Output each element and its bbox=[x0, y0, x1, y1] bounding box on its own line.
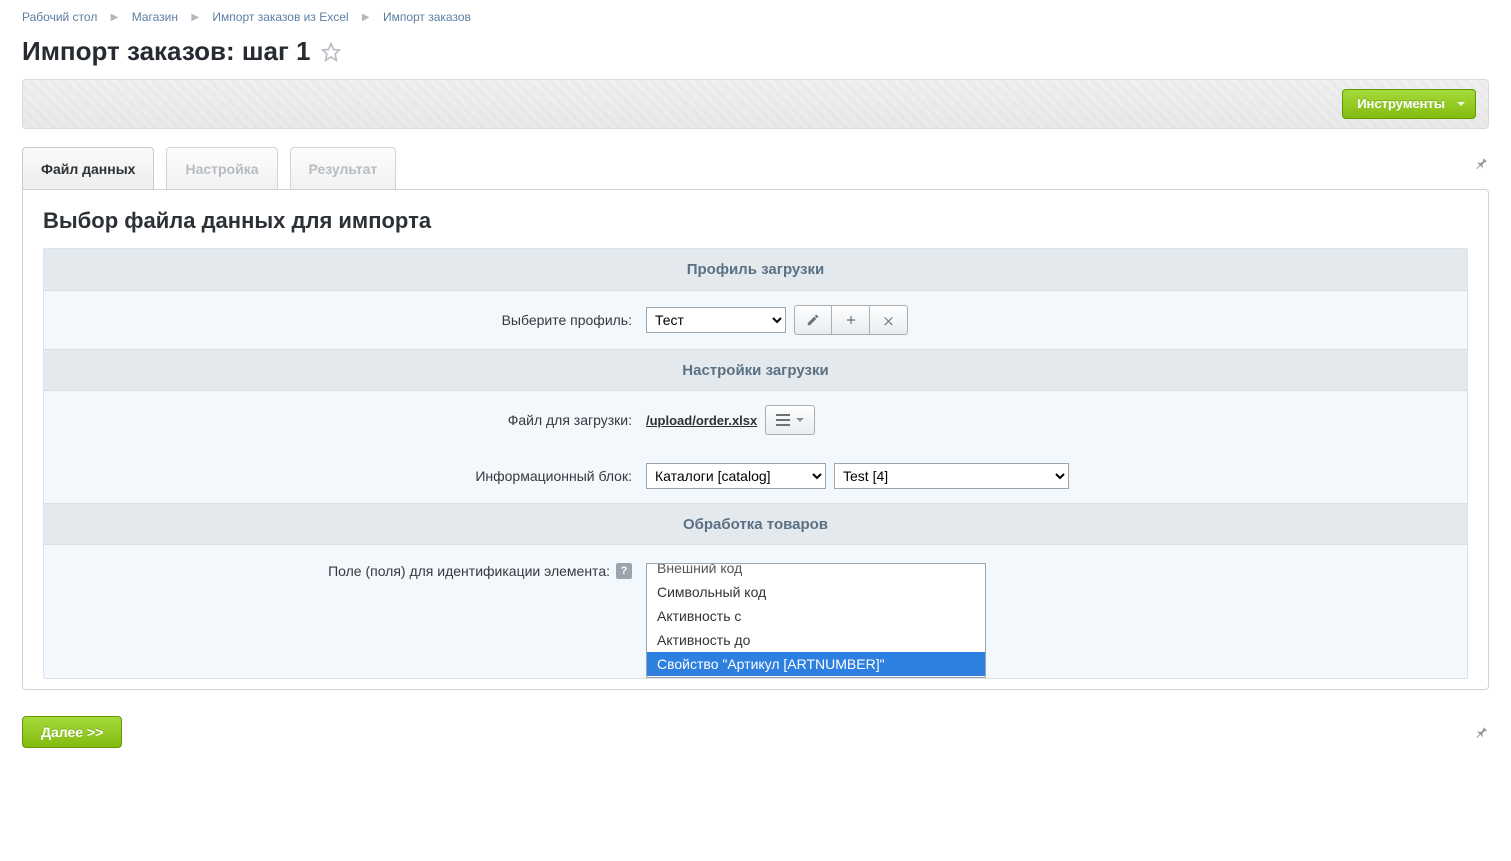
iblock-select[interactable]: Test [4] bbox=[834, 463, 1069, 489]
panel-title: Выбор файла данных для импорта bbox=[43, 208, 1468, 234]
tools-button-label: Инструменты bbox=[1357, 96, 1445, 111]
list-item[interactable]: Активность до bbox=[647, 628, 985, 652]
tab-settings: Настройка bbox=[166, 147, 277, 189]
tab-label: Файл данных bbox=[41, 161, 135, 177]
next-button[interactable]: Далее >> bbox=[22, 716, 122, 748]
iblock-type-select[interactable]: Каталоги [catalog] bbox=[646, 463, 826, 489]
list-item[interactable]: Свойство "Артикул [ARTNUMBER]" bbox=[647, 652, 985, 676]
field-row-iblock: Информационный блок: Каталоги [catalog] … bbox=[44, 449, 1467, 503]
chevron-down-icon bbox=[796, 418, 804, 422]
chevron-right-icon: ▶ bbox=[191, 12, 199, 23]
breadcrumb: Рабочий стол ▶ Магазин ▶ Импорт заказов … bbox=[0, 0, 1511, 30]
delete-profile-button[interactable] bbox=[870, 305, 908, 335]
section-head-profile: Профиль загрузки bbox=[44, 249, 1467, 291]
chevron-down-icon bbox=[1457, 102, 1465, 106]
list-item[interactable]: Внешний код bbox=[647, 564, 985, 580]
list-item[interactable]: Символьный код bbox=[647, 580, 985, 604]
tab-result: Результат bbox=[290, 147, 397, 189]
breadcrumb-item-0[interactable]: Рабочий стол bbox=[22, 10, 97, 24]
section-head-settings: Настройки загрузки bbox=[44, 349, 1467, 391]
field-label: Поле (поля) для идентификации элемента: … bbox=[44, 563, 642, 579]
field-label: Информационный блок: bbox=[44, 468, 642, 484]
breadcrumb-item-2[interactable]: Импорт заказов из Excel bbox=[212, 10, 348, 24]
page-title: Импорт заказов: шаг 1 bbox=[22, 36, 311, 67]
footer-bar: Далее >> bbox=[22, 708, 1489, 768]
form-area: Профиль загрузки Выберите профиль: Тест bbox=[43, 248, 1468, 679]
profile-select[interactable]: Тест bbox=[646, 307, 786, 333]
profile-button-group bbox=[794, 305, 908, 335]
tabs: Файл данных Настройка Результат bbox=[22, 147, 1489, 189]
tools-dropdown-button[interactable]: Инструменты bbox=[1342, 89, 1476, 119]
pin-icon[interactable] bbox=[1473, 155, 1489, 171]
breadcrumb-item-3[interactable]: Импорт заказов bbox=[383, 10, 471, 24]
field-label: Файл для загрузки: bbox=[44, 412, 642, 428]
field-label: Выберите профиль: bbox=[44, 312, 642, 328]
pencil-icon bbox=[806, 313, 820, 327]
close-icon bbox=[882, 314, 895, 327]
edit-profile-button[interactable] bbox=[794, 305, 832, 335]
tab-data-file[interactable]: Файл данных bbox=[22, 147, 154, 189]
help-icon[interactable]: ? bbox=[616, 563, 632, 579]
ident-fields-listbox[interactable]: Внешний код Символьный код Активность с … bbox=[646, 563, 986, 678]
plus-icon bbox=[844, 313, 858, 327]
add-profile-button[interactable] bbox=[832, 305, 870, 335]
chevron-right-icon: ▶ bbox=[362, 12, 370, 23]
main-panel: Выбор файла данных для импорта Профиль з… bbox=[22, 189, 1489, 690]
favorite-star-icon[interactable] bbox=[321, 42, 341, 62]
file-menu-button[interactable] bbox=[765, 405, 815, 435]
hamburger-icon bbox=[776, 414, 790, 426]
tab-label: Настройка bbox=[185, 161, 258, 177]
list-item[interactable]: Активность с bbox=[647, 604, 985, 628]
field-row-ident: Поле (поля) для идентификации элемента: … bbox=[44, 545, 1467, 678]
chevron-right-icon: ▶ bbox=[111, 12, 119, 23]
pin-icon[interactable] bbox=[1473, 724, 1489, 740]
field-row-upload: Файл для загрузки: /upload/order.xlsx bbox=[44, 391, 1467, 449]
field-row-profile: Выберите профиль: Тест bbox=[44, 291, 1467, 349]
toolbar: Инструменты bbox=[22, 79, 1489, 129]
breadcrumb-item-1[interactable]: Магазин bbox=[132, 10, 178, 24]
upload-file-link[interactable]: /upload/order.xlsx bbox=[646, 413, 757, 428]
tab-label: Результат bbox=[309, 161, 378, 177]
section-head-processing: Обработка товаров bbox=[44, 503, 1467, 545]
